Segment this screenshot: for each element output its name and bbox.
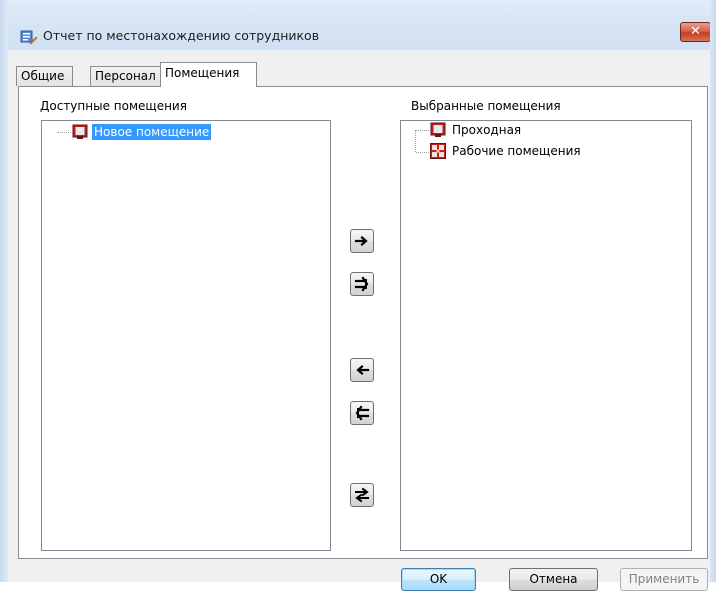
ok-button[interactable]: OK: [401, 568, 476, 591]
app-icon: [20, 30, 38, 45]
tree-connector: [416, 130, 429, 131]
tab-general[interactable]: Общие: [16, 66, 73, 86]
close-icon: ✕: [690, 24, 701, 39]
double-arrow-right-icon: [354, 276, 369, 292]
available-rooms-tree[interactable]: Новое помещение: [41, 120, 331, 551]
room-icon: [430, 122, 446, 137]
move-all-left-button[interactable]: [350, 401, 374, 425]
window-title: Отчет по местонахождению сотрудников: [43, 28, 320, 43]
move-left-button[interactable]: [350, 358, 374, 382]
ok-button-label: OK: [429, 572, 448, 586]
report-dialog-window: Отчет по местонахождению сотрудников ✕ О…: [0, 0, 716, 591]
title-bar[interactable]: Отчет по местонахождению сотрудников ✕: [0, 0, 716, 50]
cancel-button-label: Отмена: [529, 572, 578, 586]
tree-item-label: Проходная: [452, 123, 522, 137]
tab-label: Помещения: [165, 66, 240, 80]
tree-item-new-room[interactable]: Новое помещение: [72, 123, 212, 141]
window-frame-right: [710, 0, 716, 582]
tab-label: Персонал: [95, 69, 156, 83]
tree-item-work-rooms[interactable]: Рабочие помещения: [430, 142, 583, 160]
room-group-icon: [430, 143, 446, 159]
cancel-button[interactable]: Отмена: [509, 568, 598, 591]
selected-rooms-tree[interactable]: Проходная Рабочие помещения: [400, 120, 692, 551]
window-frame-left: [0, 0, 8, 582]
dialog-client-area: Общие Персонал Помещения Доступные помещ…: [8, 52, 710, 591]
tab-personnel[interactable]: Персонал: [90, 66, 163, 86]
tree-item-label: Новое помещение: [92, 124, 212, 140]
tree-connector: [57, 132, 71, 133]
tree-item-checkpoint[interactable]: Проходная: [430, 121, 523, 139]
swap-button[interactable]: [350, 483, 374, 507]
rooms-tab-page: Доступные помещения Новое помещение Выбр…: [18, 86, 708, 559]
close-button[interactable]: ✕: [680, 22, 711, 42]
apply-button[interactable]: Применить: [620, 568, 708, 591]
room-icon: [72, 124, 88, 139]
tree-item-label: Рабочие помещения: [452, 144, 581, 158]
move-all-right-button[interactable]: [350, 272, 374, 296]
arrow-left-icon: [356, 364, 370, 376]
selected-rooms-label: Выбранные помещения: [411, 99, 561, 113]
tab-rooms[interactable]: Помещения: [160, 62, 257, 87]
tab-label: Общие: [21, 69, 65, 83]
arrow-right-icon: [354, 235, 368, 247]
move-right-button[interactable]: [350, 229, 374, 253]
swap-arrows-icon: [355, 487, 369, 503]
available-rooms-label: Доступные помещения: [40, 99, 187, 113]
tree-connector: [416, 152, 429, 153]
apply-button-label: Применить: [628, 572, 700, 586]
tree-connector: [415, 130, 416, 152]
double-arrow-left-icon: [355, 405, 370, 421]
